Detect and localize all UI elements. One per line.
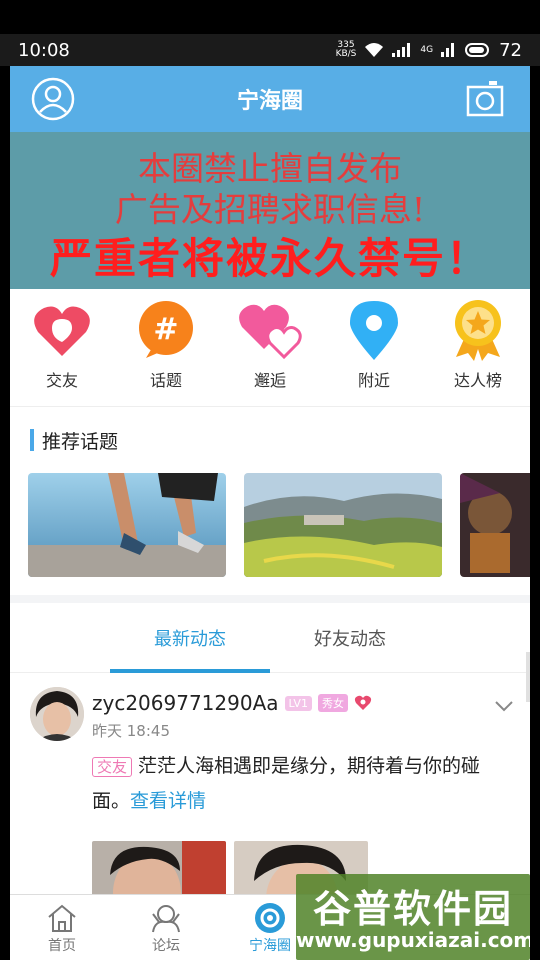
username[interactable]: zyc2069771290Aa xyxy=(92,691,279,715)
section-accent-bar xyxy=(30,429,34,451)
quick-link-label: 交友 xyxy=(45,371,78,390)
avatar[interactable] xyxy=(30,687,84,741)
battery-icon xyxy=(465,43,490,57)
profile-icon[interactable] xyxy=(30,76,76,126)
scrollbar[interactable] xyxy=(526,652,530,702)
post-content: 交友 茫茫人海相遇即是缘分，期待着与你的碰面。查看详情 xyxy=(92,749,512,818)
recommended-topics-carousel xyxy=(10,473,530,603)
tab-latest[interactable]: 最新动态 xyxy=(110,603,270,673)
quick-link-topics[interactable]: # 话题 xyxy=(116,299,216,391)
network-speed: 335 KB/S xyxy=(335,40,357,59)
level-badge: LV1 xyxy=(284,695,312,711)
nav-label: 论坛 xyxy=(152,937,180,954)
post-author: zyc2069771290Aa LV1 秀女 xyxy=(92,691,372,715)
status-bar: 10:08 335 KB/S 4G 72 xyxy=(0,34,540,66)
signal-icon-2 xyxy=(441,43,455,57)
topic-card-running[interactable] xyxy=(28,473,226,577)
watermark-url: www.gupuxiazai.com xyxy=(296,928,530,952)
gender-badge: 秀女 xyxy=(317,694,348,712)
network-type: 4G xyxy=(420,45,434,55)
quick-link-label: 达人榜 xyxy=(453,371,502,390)
nav-forum[interactable]: 论坛 xyxy=(114,895,218,960)
status-icons: 335 KB/S 4G 72 xyxy=(336,40,522,61)
chevron-down-icon[interactable] xyxy=(494,697,514,716)
location-pin-icon xyxy=(341,299,407,361)
quick-link-friends[interactable]: 交友 xyxy=(12,299,112,391)
quick-links: 交友 # 话题 邂逅 附近 达人榜 xyxy=(10,289,530,407)
quick-link-rankings[interactable]: 达人榜 xyxy=(428,299,528,391)
app-header: 宁海圈 xyxy=(10,66,530,132)
notice-banner[interactable]: 本圈禁止擅自发布 广告及招聘求职信息! 严重者将被永久禁号！ xyxy=(10,132,530,289)
camera-icon[interactable] xyxy=(466,79,504,123)
app-screen: 宁海圈 本圈禁止擅自发布 广告及招聘求职信息! 严重者将被永久禁号！ 交友 # … xyxy=(10,66,530,960)
view-details-link[interactable]: 查看详情 xyxy=(130,790,206,812)
nav-label: 宁海圈 xyxy=(249,937,291,954)
signal-icon xyxy=(392,43,411,57)
quick-link-label: 附近 xyxy=(357,371,390,390)
quick-link-label: 话题 xyxy=(149,371,182,390)
watermark-logo: 谷普软件园 www.gupuxiazai.com xyxy=(296,874,530,960)
heart-badge-icon xyxy=(354,695,372,710)
watermark-title: 谷普软件园 xyxy=(312,887,513,931)
hashtag-icon: # xyxy=(133,299,199,361)
nav-home[interactable]: 首页 xyxy=(10,895,114,960)
recommended-topics-header: 推荐话题 xyxy=(10,407,530,473)
status-time: 10:08 xyxy=(18,39,70,61)
banner-line-2: 广告及招聘求职信息! xyxy=(114,190,426,229)
battery-level: 72 xyxy=(499,39,522,61)
topic-card-terraces[interactable] xyxy=(244,473,442,577)
heart-chat-icon xyxy=(29,299,95,361)
quick-link-nearby[interactable]: 附近 xyxy=(324,299,424,391)
quick-link-encounter[interactable]: 邂逅 xyxy=(220,299,320,391)
svg-text:#: # xyxy=(153,312,178,347)
post-tag[interactable]: 交友 xyxy=(92,757,133,777)
nav-label: 首页 xyxy=(48,937,76,954)
forum-icon xyxy=(149,901,183,935)
double-heart-icon xyxy=(237,299,303,361)
banner-line-3: 严重者将被永久禁号！ xyxy=(49,234,490,283)
tab-friends[interactable]: 好友动态 xyxy=(270,603,430,672)
wifi-icon xyxy=(365,43,384,57)
quick-link-label: 邂逅 xyxy=(253,371,286,390)
page-title: 宁海圈 xyxy=(236,89,303,114)
star-medal-icon xyxy=(445,299,511,361)
feed-tabs: 最新动态 好友动态 xyxy=(10,603,530,673)
circle-icon xyxy=(253,901,287,935)
section-title: 推荐话题 xyxy=(42,430,119,453)
topic-card-game[interactable] xyxy=(460,473,530,577)
post-time: 昨天 18:45 xyxy=(92,722,170,740)
home-icon xyxy=(46,901,78,935)
